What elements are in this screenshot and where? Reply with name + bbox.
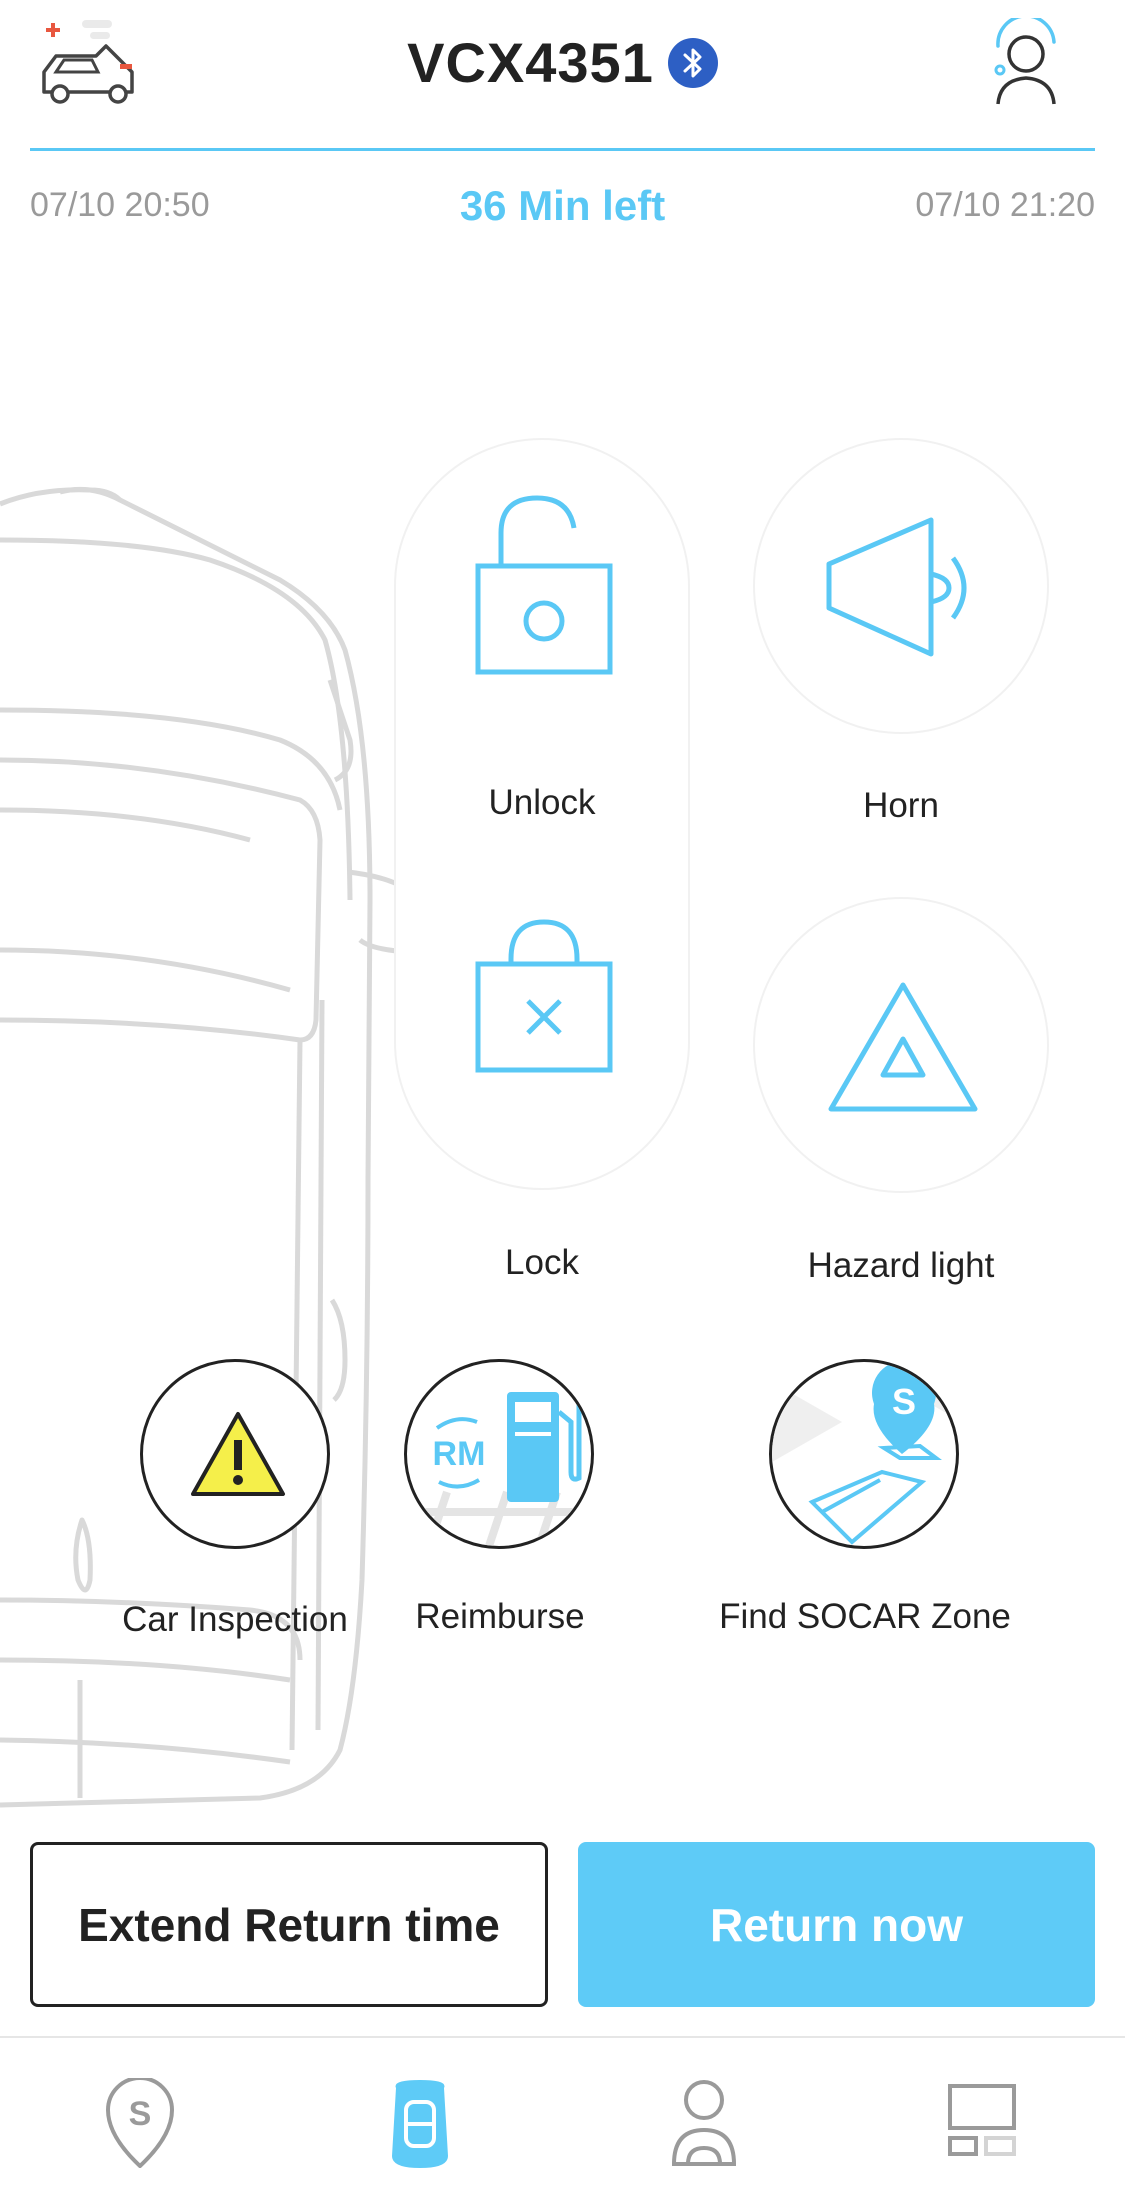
reimburse-button[interactable]: RM	[404, 1359, 594, 1549]
car-inspection-button[interactable]	[140, 1359, 330, 1549]
warning-icon	[191, 1412, 285, 1496]
header-divider	[30, 148, 1095, 151]
lock-label: Lock	[505, 1243, 579, 1282]
unlock-label: Unlock	[488, 783, 596, 822]
lock-button[interactable]	[394, 894, 690, 1190]
car-inspection-label: Car Inspection	[122, 1600, 348, 1639]
horn-button[interactable]	[753, 438, 1049, 734]
dashboard-icon[interactable]	[936, 2078, 1036, 2168]
hazard-light-label: Hazard light	[807, 1246, 995, 1285]
rental-end-time: 07/10 21:20	[915, 186, 1095, 224]
zone-map-icon: S	[772, 1362, 956, 1546]
extend-return-time-button[interactable]: Extend Return time	[30, 1842, 548, 2007]
socar-home-icon[interactable]: S	[92, 2076, 192, 2169]
vehicle-plate: VCX4351	[407, 31, 654, 94]
rental-time-row: 07/10 20:50 36 Min left 07/10 21:20	[30, 182, 1095, 232]
fuel-reimburse-icon: RM	[407, 1392, 591, 1546]
header: VCX4351	[0, 0, 1125, 152]
smart-key-icon[interactable]	[372, 2078, 472, 2168]
reimburse-badge: RM	[433, 1435, 486, 1473]
home-badge: S	[129, 2095, 152, 2133]
customer-support-icon[interactable]	[992, 14, 1064, 110]
vehicle-title: VCX4351	[0, 30, 1125, 95]
profile-icon[interactable]	[656, 2078, 756, 2168]
horn-label: Horn	[863, 786, 939, 825]
reimburse-label: Reimburse	[415, 1597, 585, 1636]
bluetooth-icon	[667, 37, 718, 88]
bottom-tab-bar: S	[0, 2036, 1125, 2202]
find-socar-zone-label: Find SOCAR Zone	[719, 1597, 1011, 1636]
unlock-button[interactable]	[394, 438, 690, 734]
hazard-light-button[interactable]	[753, 897, 1049, 1193]
find-socar-zone-button[interactable]: S	[769, 1359, 959, 1549]
zone-badge: S	[892, 1381, 916, 1422]
return-now-button[interactable]: Return now	[578, 1842, 1095, 2007]
unlock-shackle	[498, 495, 577, 566]
